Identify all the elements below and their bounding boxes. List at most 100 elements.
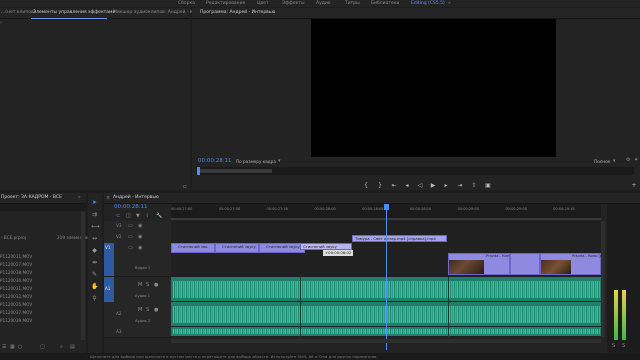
file-row[interactable]: P1120037.MOV	[0, 310, 32, 316]
playhead-line[interactable]	[386, 210, 387, 350]
meter-solo-icon[interactable]: S	[612, 343, 615, 349]
razor-tool-icon[interactable]: ◆	[91, 247, 98, 254]
project-search-field[interactable]	[0, 204, 86, 211]
file-row[interactable]: P1120027.MOV	[0, 262, 32, 268]
program-monitor-title[interactable]: Программа: Андрей - Интервью	[200, 8, 275, 18]
linked-selection-icon[interactable]: ◫	[126, 213, 131, 219]
lock-icon[interactable]: ▭	[128, 223, 133, 229]
workspace-overflow-icon[interactable]: »	[448, 0, 451, 7]
project-scrollbar[interactable]	[81, 212, 85, 340]
mic-icon[interactable]: ●	[154, 282, 158, 288]
meter-solo-icon[interactable]: S	[622, 343, 625, 349]
slip-tool-icon[interactable]: ⇹	[91, 259, 98, 266]
eye-icon[interactable]: ◉	[138, 234, 142, 240]
list-view-icon[interactable]: ☰	[2, 344, 6, 350]
go-to-in-icon[interactable]: ⇤	[390, 182, 398, 190]
workspace-libraries[interactable]: Библиотеки	[371, 0, 399, 7]
video-clip[interactable]: Стиснений звуку	[259, 243, 305, 253]
zoom-tool-icon[interactable]: ⚲	[91, 295, 98, 302]
step-back-frame-icon[interactable]: ◁	[416, 182, 424, 190]
file-row[interactable]: P1120030.MOV	[0, 278, 32, 284]
timeline-title[interactable]: Андрей - Интервью	[113, 193, 159, 203]
chevron-down-icon[interactable]: ▾	[278, 158, 281, 164]
workspace-assembly[interactable]: Сборка	[178, 0, 195, 7]
video-clip[interactable]	[510, 253, 540, 275]
icon-view-icon[interactable]: ▦	[10, 344, 15, 350]
workspace-audio[interactable]: Аудио	[316, 0, 331, 7]
track-select-tool-icon[interactable]: ⇉	[91, 211, 98, 218]
selection-tool-icon[interactable]: ➤	[91, 199, 98, 206]
solo-icon[interactable]: S	[146, 282, 149, 288]
pen-tool-icon[interactable]: ✎	[91, 271, 98, 278]
clip-edit-point[interactable]	[300, 277, 301, 337]
export-frame-icon[interactable]: ▣	[484, 182, 492, 190]
file-row[interactable]: P1120032.MOV	[0, 294, 32, 300]
track-label-v2[interactable]: V2	[116, 234, 122, 240]
track-header-a1[interactable]	[104, 277, 171, 303]
file-row[interactable]: P1120038.MOV	[0, 270, 32, 276]
workspace-editing[interactable]: Редактирование	[206, 0, 245, 7]
new-item-icon[interactable]: ▤	[70, 344, 75, 350]
video-clip[interactable]: Тимура - Свет интер.mp4 [справка].mp4	[352, 235, 447, 242]
step-forward-icon[interactable]: ▸	[442, 182, 450, 190]
eye-icon[interactable]: ◉	[138, 223, 142, 229]
solo-icon[interactable]: S	[146, 307, 149, 313]
workspace-editing-cs55[interactable]: Editing (CS5.5)	[411, 0, 445, 7]
video-clip[interactable]: Стиснений звуку	[215, 243, 259, 253]
file-row[interactable]: P1120035.MOV	[0, 302, 32, 308]
track-label-v3[interactable]: V3	[116, 223, 122, 229]
step-back-icon[interactable]: ◂	[403, 182, 411, 190]
timeline-settings-icon[interactable]: ⌇	[146, 213, 148, 219]
track-label-a3[interactable]: A3	[116, 329, 122, 335]
rate-stretch-tool-icon[interactable]: ↔	[91, 235, 98, 242]
lift-icon[interactable]: ⇧	[470, 182, 478, 190]
file-row[interactable]: P1120031.MOV	[0, 286, 32, 292]
collapse-arrow-icon[interactable]: ›	[0, 20, 2, 26]
clip-edit-point[interactable]	[448, 277, 449, 337]
tab-source[interactable]: ...(нет клипов)	[1, 8, 35, 18]
tab-effect-controls[interactable]: Элементы управления эффектами	[33, 8, 115, 18]
lock-icon[interactable]: ▭	[128, 245, 133, 251]
file-row[interactable]: P1120011.MOV	[0, 254, 32, 260]
mute-icon[interactable]: M	[138, 282, 142, 288]
zoom-slider-icon[interactable]: ○	[18, 344, 22, 350]
track-label-a2[interactable]: A2	[116, 311, 122, 317]
track-label-a1[interactable]: A1	[105, 286, 111, 292]
mark-in-icon[interactable]: {	[362, 182, 370, 190]
hand-tool-icon[interactable]: ✋	[91, 283, 98, 290]
program-timecode[interactable]: 00:00:28:11	[198, 158, 232, 164]
panel-export-icon[interactable]: ⊏	[183, 184, 187, 190]
track-header-a2[interactable]	[104, 302, 171, 328]
wrench-icon[interactable]: 🔧	[156, 213, 162, 219]
lock-icon[interactable]: ▭	[128, 234, 133, 240]
new-bin-icon[interactable]: ▢	[40, 344, 45, 350]
dragged-clip[interactable]: Стиснений звуку	[300, 243, 352, 250]
mute-icon[interactable]: M	[138, 307, 142, 313]
mic-icon[interactable]: ●	[154, 307, 158, 313]
quality-chevron-icon[interactable]: ▾	[613, 158, 616, 164]
program-playhead[interactable]	[197, 167, 200, 175]
add-button-icon[interactable]: +	[630, 182, 638, 190]
workspace-titles[interactable]: Титры	[345, 0, 360, 7]
search-icon[interactable]: ⌕	[60, 344, 63, 350]
workspace-color[interactable]: Цвет	[257, 0, 269, 7]
timeline-horizontal-scrollbar[interactable]	[171, 339, 601, 343]
snap-icon[interactable]: ⊂	[116, 213, 120, 219]
track-label-v1[interactable]: V1	[105, 245, 111, 251]
project-title[interactable]: Проект: ЗА КАДРОМ - ВСЕ	[1, 193, 62, 203]
timeline-timecode[interactable]: 00:00:28:11	[114, 204, 148, 210]
timeline-vertical-scrollbar[interactable]	[601, 221, 605, 337]
play-icon[interactable]: ▶	[429, 182, 437, 190]
quality-dropdown[interactable]: Полное	[594, 159, 610, 164]
eye-icon[interactable]: ◉	[138, 245, 142, 251]
workspace-effects[interactable]: Эффекты	[282, 0, 305, 7]
video-clip[interactable]: Стиснений зво	[171, 243, 215, 253]
program-settings-icon[interactable]: ✦	[634, 157, 638, 163]
add-marker-icon[interactable]: ▼	[136, 213, 140, 219]
settings-wrench-icon[interactable]: ⚙	[626, 157, 630, 163]
mark-out-icon[interactable]: }	[376, 182, 384, 190]
file-row[interactable]: P1120039.MOV	[0, 318, 32, 324]
project-more-tabs[interactable]: »	[78, 193, 81, 203]
go-to-out-icon[interactable]: ⇥	[456, 182, 464, 190]
fit-dropdown[interactable]: По размеру кадра	[236, 159, 276, 164]
